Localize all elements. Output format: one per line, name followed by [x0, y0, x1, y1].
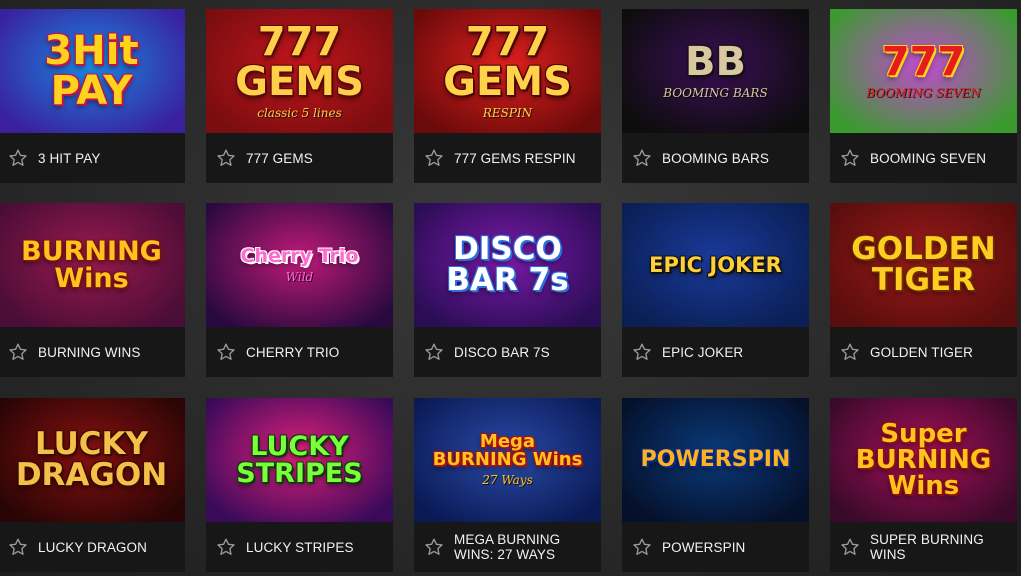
game-title[interactable]: 3 HIT PAY — [38, 151, 100, 166]
game-art-title: Cherry Trio — [240, 244, 359, 267]
favorite-star-icon[interactable] — [216, 342, 236, 362]
game-title[interactable]: CHERRY TRIO — [246, 345, 339, 360]
game-card[interactable]: 777 BOOMING SEVEN BOOMING SEVEN — [830, 9, 1017, 183]
game-title[interactable]: 777 GEMS — [246, 151, 313, 166]
game-card[interactable]: LUCKY STRIPES LUCKY STRIPES — [206, 398, 393, 572]
game-card[interactable]: 777 GEMS classic 5 lines 777 GEMS — [206, 9, 393, 183]
favorite-star-icon[interactable] — [216, 537, 236, 557]
game-thumbnail[interactable]: Mega BURNING Wins 27 Ways — [414, 398, 601, 522]
game-card[interactable]: BB BOOMING BARS BOOMING BARS — [622, 9, 809, 183]
game-art-subtitle: BOOMING BARS — [663, 86, 768, 100]
game-title[interactable]: MEGA BURNING WINS: 27 WAYS — [454, 532, 601, 562]
game-thumbnail[interactable]: BURNING Wins — [0, 203, 185, 327]
game-art-subtitle: 27 Ways — [482, 473, 533, 487]
game-title[interactable]: DISCO BAR 7S — [454, 345, 550, 360]
favorite-star-icon[interactable] — [840, 537, 860, 557]
favorite-star-icon[interactable] — [632, 342, 652, 362]
game-art-subtitle: RESPIN — [482, 106, 533, 120]
game-art-title: BURNING Wins — [21, 236, 162, 294]
game-thumbnail[interactable]: 777 GEMS classic 5 lines — [206, 9, 393, 133]
favorite-star-icon[interactable] — [216, 148, 236, 168]
game-art-title: 777 GEMS — [443, 19, 572, 105]
game-caption: BOOMING SEVEN — [830, 133, 1017, 183]
game-title[interactable]: GOLDEN TIGER — [870, 345, 973, 360]
game-thumbnail[interactable]: 777 GEMS RESPIN — [414, 9, 601, 133]
favorite-star-icon[interactable] — [632, 537, 652, 557]
favorite-star-icon[interactable] — [424, 148, 444, 168]
game-card[interactable]: Mega BURNING Wins 27 Ways MEGA BURNING WIN… — [414, 398, 601, 572]
favorite-star-icon[interactable] — [840, 148, 860, 168]
game-card[interactable]: LUCKY DRAGON LUCKY DRAGON — [0, 398, 185, 572]
game-thumbnail[interactable]: POWERSPIN — [622, 398, 809, 522]
game-art-title: BB — [685, 39, 746, 85]
game-thumbnail[interactable]: LUCKY STRIPES — [206, 398, 393, 522]
game-art-subtitle: Wild — [285, 269, 314, 284]
game-caption: 777 GEMS — [206, 133, 393, 183]
game-title[interactable]: BURNING WINS — [38, 345, 140, 360]
game-caption: MEGA BURNING WINS: 27 WAYS — [414, 522, 601, 572]
game-art-title: Super BURNING Wins — [855, 419, 992, 501]
game-thumbnail[interactable]: 777 BOOMING SEVEN — [830, 9, 1017, 133]
game-card[interactable]: GOLDEN TIGER GOLDEN TIGER — [830, 203, 1017, 377]
favorite-star-icon[interactable] — [8, 342, 28, 362]
game-art-title: POWERSPIN — [640, 447, 791, 472]
favorite-star-icon[interactable] — [8, 148, 28, 168]
game-caption: 777 GEMS RESPIN — [414, 133, 601, 183]
favorite-star-icon[interactable] — [424, 342, 444, 362]
game-title[interactable]: LUCKY STRIPES — [246, 540, 354, 555]
game-caption: SUPER BURNING WINS — [830, 522, 1017, 572]
favorite-star-icon[interactable] — [424, 537, 444, 557]
game-art-title: LUCKY DRAGON — [15, 426, 168, 493]
game-art-title: 777 — [881, 39, 966, 85]
game-card[interactable]: POWERSPIN POWERSPIN — [622, 398, 809, 572]
game-card[interactable]: 777 GEMS RESPIN 777 GEMS RESPIN — [414, 9, 601, 183]
game-thumbnail[interactable]: BB BOOMING BARS — [622, 9, 809, 133]
game-caption: DISCO BAR 7S — [414, 327, 601, 377]
game-thumbnail[interactable]: Super BURNING Wins — [830, 398, 1017, 522]
game-caption: CHERRY TRIO — [206, 327, 393, 377]
game-thumbnail[interactable]: 3Hit PAY — [0, 9, 185, 133]
game-art-subtitle: BOOMING SEVEN — [866, 86, 981, 100]
game-art-title: 777 GEMS — [235, 19, 364, 105]
game-art-title: EPIC JOKER — [649, 252, 782, 277]
game-thumbnail[interactable]: EPIC JOKER — [622, 203, 809, 327]
game-title[interactable]: POWERSPIN — [662, 540, 745, 555]
game-art-title: Mega BURNING Wins — [432, 431, 583, 470]
game-card[interactable]: Cherry Trio Wild CHERRY TRIO — [206, 203, 393, 377]
game-art-title: GOLDEN TIGER — [851, 231, 996, 298]
game-grid: 3Hit PAY 3 HIT PAY 777 GEMS classic 5 lines… — [0, 0, 1021, 576]
game-thumbnail[interactable]: Cherry Trio Wild — [206, 203, 393, 327]
game-caption: BURNING WINS — [0, 327, 185, 377]
game-caption: BOOMING BARS — [622, 133, 809, 183]
game-title[interactable]: 777 GEMS RESPIN — [454, 151, 576, 166]
game-title[interactable]: BOOMING SEVEN — [870, 151, 986, 166]
game-card[interactable]: EPIC JOKER EPIC JOKER — [622, 203, 809, 377]
favorite-star-icon[interactable] — [840, 342, 860, 362]
game-caption: 3 HIT PAY — [0, 133, 185, 183]
game-thumbnail[interactable]: LUCKY DRAGON — [0, 398, 185, 522]
game-art-subtitle: classic 5 lines — [257, 106, 342, 120]
game-thumbnail[interactable]: GOLDEN TIGER — [830, 203, 1017, 327]
game-card[interactable]: DISCO BAR 7s DISCO BAR 7S — [414, 203, 601, 377]
game-card[interactable]: 3Hit PAY 3 HIT PAY — [0, 9, 185, 183]
game-caption: LUCKY STRIPES — [206, 522, 393, 572]
game-caption: EPIC JOKER — [622, 327, 809, 377]
game-art-title: 3Hit PAY — [44, 28, 139, 114]
game-title[interactable]: EPIC JOKER — [662, 345, 743, 360]
favorite-star-icon[interactable] — [8, 537, 28, 557]
game-caption: POWERSPIN — [622, 522, 809, 572]
favorite-star-icon[interactable] — [632, 148, 652, 168]
game-caption: LUCKY DRAGON — [0, 522, 185, 572]
game-art-title: LUCKY STRIPES — [236, 431, 363, 489]
game-title[interactable]: BOOMING BARS — [662, 151, 769, 166]
game-thumbnail[interactable]: DISCO BAR 7s — [414, 203, 601, 327]
game-art-title: DISCO BAR 7s — [446, 231, 569, 298]
game-title[interactable]: SUPER BURNING WINS — [870, 532, 1017, 562]
game-card[interactable]: Super BURNING Wins SUPER BURNING WINS — [830, 398, 1017, 572]
game-caption: GOLDEN TIGER — [830, 327, 1017, 377]
game-title[interactable]: LUCKY DRAGON — [38, 540, 147, 555]
game-card[interactable]: BURNING Wins BURNING WINS — [0, 203, 185, 377]
